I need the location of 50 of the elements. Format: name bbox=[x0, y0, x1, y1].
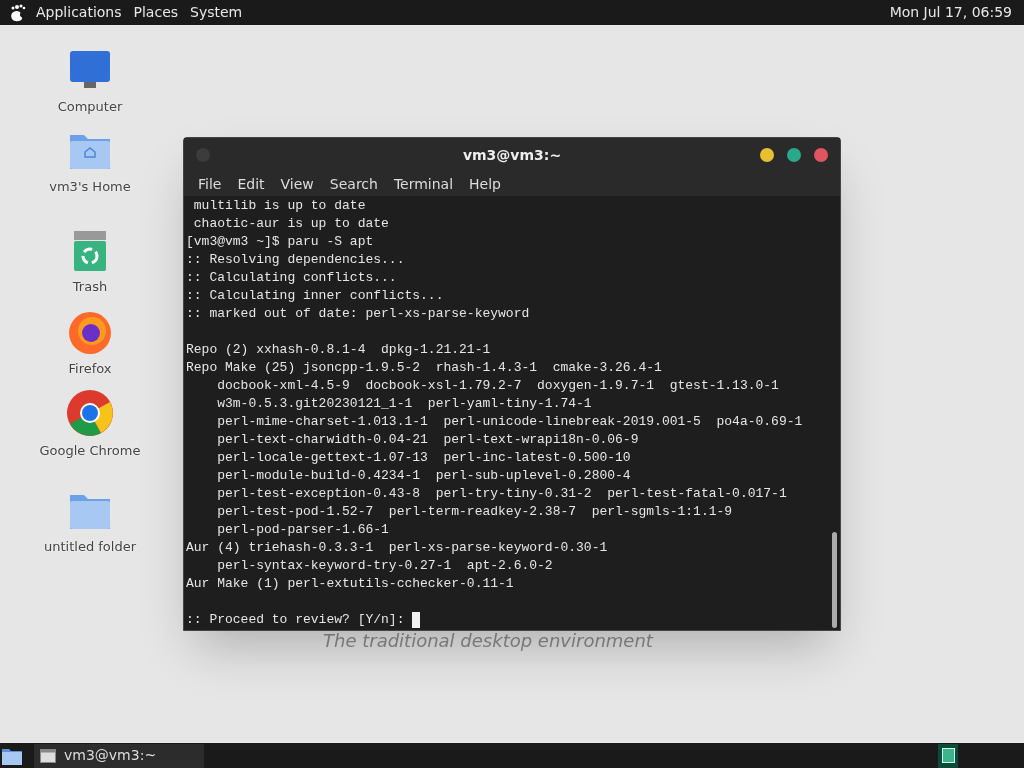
panel-menu[interactable]: Places bbox=[133, 2, 179, 23]
menu-item[interactable]: Edit bbox=[231, 173, 271, 195]
terminal-line: perl-test-pod-1.52-7 perl-term-readkey-2.38-7 perl-sgmls-1:1.1-9 bbox=[216, 503, 733, 521]
maximize-button[interactable] bbox=[787, 148, 801, 162]
firefox-icon bbox=[67, 309, 113, 355]
desktop-icon-label[interactable]: Firefox bbox=[68, 359, 112, 379]
menu-item[interactable]: Terminal bbox=[387, 173, 460, 195]
terminal-line: perl-text-charwidth-0.04-21 perl-text-wrapi18n-0.06-9 bbox=[216, 431, 639, 449]
window-icon bbox=[40, 748, 56, 763]
terminal-line: perl-locale-gettext-1.07-13 perl-inc-latest-0.500-10 bbox=[216, 449, 631, 467]
terminal-line: [vm3@vm3 ~]$ paru -S apt bbox=[186, 233, 374, 251]
terminal-line: perl-syntax-keyword-try-0.27-1 apt-2.6.0-2 bbox=[216, 557, 553, 575]
wallpaper-tagline: The traditional desktop environment bbox=[323, 629, 653, 653]
terminal-line: :: Proceed to review? [Y/n]: bbox=[186, 611, 406, 629]
desktop-icon-label[interactable]: Trash bbox=[72, 277, 108, 297]
terminal-line: chaotic-aur is up to date bbox=[192, 215, 389, 233]
terminal-line: perl-test-exception-0.43-8 perl-try-tiny-0.31-2 perl-test-fatal-0.017-1 bbox=[216, 485, 787, 503]
terminal-line: perl-pod-parser-1.66-1 bbox=[216, 521, 389, 539]
menu-item[interactable]: File bbox=[192, 173, 228, 195]
terminal-line: multilib is up to date bbox=[192, 197, 366, 215]
desktop-icon-label[interactable]: Computer bbox=[57, 97, 123, 117]
terminal-line: Aur Make (1) perl-extutils-cchecker-0.11-1 bbox=[186, 575, 514, 593]
terminal-line: docbook-xml-4.5-9 docbook-xsl-1.79.2-7 doxygen-1.9.7-1 gtest-1.13.0-1 bbox=[216, 377, 779, 395]
menu-item[interactable]: View bbox=[274, 173, 320, 195]
clock[interactable]: Mon Jul 17, 06:59 bbox=[889, 2, 1012, 23]
desktop-icon-label[interactable]: Google Chrome bbox=[39, 441, 141, 461]
panel-menu[interactable]: System bbox=[190, 2, 243, 23]
terminal-line: Repo Make (25) jsoncpp-1.9.5-2 rhash-1.4.3-1 cmake-3.26.4-1 bbox=[186, 359, 662, 377]
chrome-icon bbox=[66, 389, 114, 437]
terminal-line: :: Calculating conflicts... bbox=[186, 269, 397, 287]
terminal-line: w3m-0.5.3.git20230121_1-1 perl-yaml-tiny-1.74-1 bbox=[216, 395, 592, 413]
terminal-line: :: marked out of date: perl-xs-parse-keyword bbox=[186, 305, 530, 323]
window-title: vm3@vm3:~ bbox=[462, 145, 562, 165]
terminal-line: :: Calculating inner conflicts... bbox=[186, 287, 444, 305]
terminal-line: perl-module-build-0.4234-1 perl-sub-uplevel-0.2800-4 bbox=[216, 467, 631, 485]
workspace-switcher[interactable] bbox=[938, 743, 958, 768]
taskbar-task[interactable]: vm3@vm3:~ bbox=[34, 743, 204, 768]
terminal-line: Repo (2) xxhash-0.8.1-4 dpkg-1.21.21-1 bbox=[186, 341, 491, 359]
desktop-icon-label[interactable]: untitled folder bbox=[44, 537, 136, 557]
minimize-button[interactable] bbox=[760, 148, 774, 162]
text-cursor bbox=[412, 612, 421, 628]
foot-logo-icon[interactable] bbox=[8, 2, 28, 23]
menu-item[interactable]: Help bbox=[463, 173, 507, 195]
desktop-icon-label[interactable]: vm3's Home bbox=[49, 177, 131, 197]
terminal-line: :: Resolving dependencies... bbox=[186, 251, 405, 269]
panel-menu[interactable]: Applications bbox=[36, 2, 122, 23]
terminal-line: perl-mime-charset-1.013.1-1 perl-unicode-linebreak-2019.001-5 po4a-0.69-1 bbox=[216, 413, 803, 431]
menu-item[interactable]: Search bbox=[323, 173, 384, 195]
terminal-line: Aur (4) triehash-0.3.3-1 perl-xs-parse-keyword-0.30-1 bbox=[186, 539, 608, 557]
close-button[interactable] bbox=[814, 148, 828, 162]
